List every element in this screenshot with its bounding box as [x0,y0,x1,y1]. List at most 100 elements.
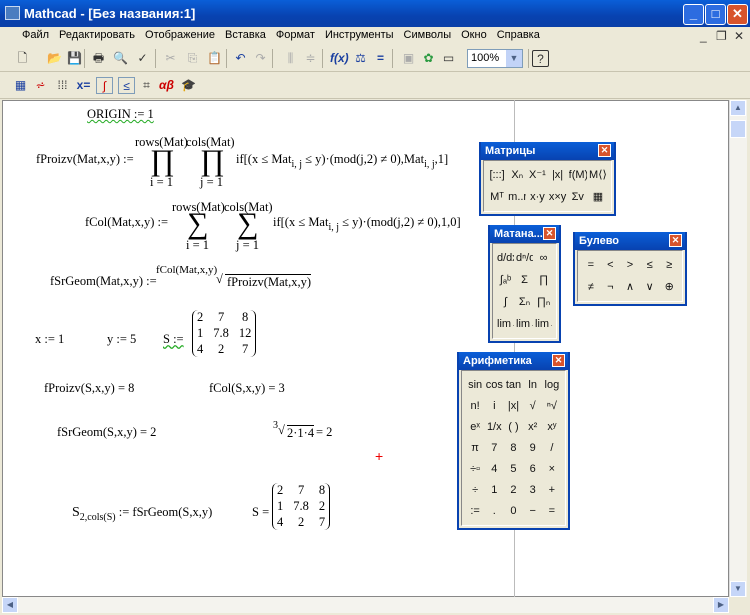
arithmetic-palette-button[interactable]: i [485,396,503,416]
matrices-palette-button[interactable]: Xₙ [508,165,526,185]
help-icon[interactable]: ? [532,50,549,67]
menu-help[interactable]: Справка [492,27,545,41]
root-result[interactable]: = 2 [316,425,332,440]
insert-function-icon[interactable]: f(x) [330,50,349,67]
matrices-palette-button[interactable]: X⁻¹ [528,165,546,185]
arithmetic-palette-button[interactable]: + [543,480,561,500]
copy-icon[interactable]: ⎘ [184,50,201,67]
matrices-palette-button[interactable]: [:::] [488,165,506,185]
calculus-palette-button[interactable]: lim→a⁺ [516,314,533,334]
matrices-palette-button[interactable]: |x| [548,165,566,185]
calculus-palette-button[interactable]: ∏ₙ [535,292,552,312]
scroll-thumb[interactable] [730,120,746,138]
arithmetic-palette-button[interactable]: x² [524,417,542,437]
calculus-palette-button[interactable]: Σ [516,270,533,290]
arithmetic-palette-button[interactable]: − [524,501,542,521]
boolean-palette-button[interactable]: ≠ [582,277,600,297]
arithmetic-palette-button[interactable]: 3 [524,480,542,500]
scroll-right-arrow[interactable]: ▶ [713,597,729,613]
arithmetic-palette-button[interactable]: ( ) [504,417,522,437]
arithmetic-palette-button[interactable]: 7 [485,438,503,458]
close-button[interactable]: ✕ [727,4,748,25]
minimize-button[interactable]: _ [683,4,704,25]
boolean-palette-button[interactable]: = [582,255,600,275]
arithmetic-palette-button[interactable]: √ [524,396,542,416]
calculus-palette-button[interactable]: lim→a⁻ [535,314,552,334]
arithmetic-palette-button[interactable]: tan [504,375,522,395]
arithmetic-palette-button[interactable]: 6 [524,459,542,479]
arithmetic-palette-button[interactable]: 8 [504,438,522,458]
menu-edit[interactable]: Редактировать [54,27,140,41]
arithmetic-palette-button[interactable]: π [466,438,484,458]
component-icon[interactable]: ▣ [400,50,417,67]
matrices-palette-button[interactable]: x·y [528,187,546,207]
matrix-palette-icon[interactable]: ⁞⁞⁞ [54,77,71,94]
menu-tools[interactable]: Инструменты [320,27,399,41]
boolean-palette-button[interactable]: ⊕ [660,277,678,297]
fproizv-body[interactable]: if[(x ≤ Mati, j ≤ y)·(mod(j,2) ≠ 0),Mati… [236,152,448,170]
fsrgeom-definition-label[interactable]: fSrGeom(Mat,x,y) := [50,274,157,289]
arithmetic-palette-button[interactable]: 1 [485,480,503,500]
zoom-select[interactable]: 100% ▼ [467,49,523,68]
boolean-palette-button[interactable]: < [602,255,620,275]
graph-palette-icon[interactable]: ⩫ [32,77,49,94]
x-definition[interactable]: x := 1 [35,332,64,347]
s-eval-label[interactable]: S = [252,505,269,520]
calculus-palette-button[interactable]: ∏ [535,270,552,290]
close-icon[interactable]: ✕ [552,354,565,367]
arithmetic-palette-button[interactable]: ÷▫ [466,459,484,479]
fsrgeom-result[interactable]: fSrGeom(S,x,y) = 2 [57,425,156,440]
scroll-left-arrow[interactable]: ◀ [2,597,18,613]
calculator-palette-icon[interactable]: ▦ [12,77,29,94]
arithmetic-palette-button[interactable]: ln [524,375,542,395]
spellcheck-icon[interactable]: ✓ [134,50,151,67]
boolean-palette-button[interactable]: ¬ [602,277,620,297]
arithmetic-palette-button[interactable]: 2 [504,480,522,500]
window-icon[interactable]: ▭ [440,50,457,67]
maximize-button[interactable]: □ [705,4,726,25]
resources-icon[interactable]: ✿ [420,50,437,67]
redo-icon[interactable]: ↷ [252,50,269,67]
menu-insert[interactable]: Вставка [220,27,271,41]
save-icon[interactable]: 💾 [66,50,83,67]
arithmetic-palette-button[interactable]: ÷ [466,480,484,500]
menu-format[interactable]: Формат [271,27,320,41]
undo-icon[interactable]: ↶ [232,50,249,67]
arithmetic-palette-button[interactable]: := [466,501,484,521]
chevron-down-icon[interactable]: ▼ [506,50,522,67]
menu-file[interactable]: Файл [0,27,54,41]
align-down-icon[interactable]: ≑ [302,50,319,67]
calculus-palette-button[interactable]: ∫ [497,292,514,312]
open-icon[interactable]: 📂 [46,50,63,67]
new-icon[interactable]: 🗋 [14,50,31,67]
calculus-palette-button[interactable]: d/dx [497,248,514,268]
calculus-palette-button[interactable]: dⁿ/dxⁿ [516,248,533,268]
vertical-scrollbar[interactable]: ▲ ▼ [729,100,747,597]
s-definition-label[interactable]: S := [163,332,184,347]
boolean-palette-button[interactable]: ∧ [621,277,639,297]
programming-palette-icon[interactable]: ⌗ [138,77,155,94]
arithmetic-palette-button[interactable]: / [543,438,561,458]
matrices-palette-button[interactable]: ▦ [589,187,607,207]
arithmetic-palette-button[interactable]: xʸ [543,417,561,437]
matrices-palette-button[interactable]: m..n [508,187,526,207]
calculus-palette-icon[interactable]: ∫ [96,77,113,94]
insert-unit-icon[interactable]: ⚖ [352,50,369,67]
arithmetic-palette-button[interactable]: log [543,375,561,395]
print-preview-icon[interactable]: 🔍 [112,50,129,67]
arithmetic-palette-button[interactable]: . [485,501,503,521]
fproizv-result[interactable]: fProizv(S,x,y) = 8 [44,381,134,396]
boolean-palette-button[interactable]: ≥ [660,255,678,275]
arithmetic-palette-button[interactable]: ⁿ√ [543,396,561,416]
arithmetic-palette-button[interactable]: 9 [524,438,542,458]
close-icon[interactable]: ✕ [598,144,611,157]
matrices-palette-button[interactable]: Σv [569,187,587,207]
scroll-down-arrow[interactable]: ▼ [730,581,746,597]
evaluation-palette-icon[interactable]: x= [75,77,92,94]
calculate-icon[interactable]: = [372,50,389,67]
doc-close-button[interactable]: ✕ [734,29,744,43]
boolean-palette-icon[interactable]: ≤ [118,77,135,94]
horizontal-scrollbar[interactable]: ◀ ▶ [2,597,729,613]
fcol-result[interactable]: fCol(S,x,y) = 3 [209,381,285,396]
arithmetic-palette-button[interactable]: sin [466,375,484,395]
